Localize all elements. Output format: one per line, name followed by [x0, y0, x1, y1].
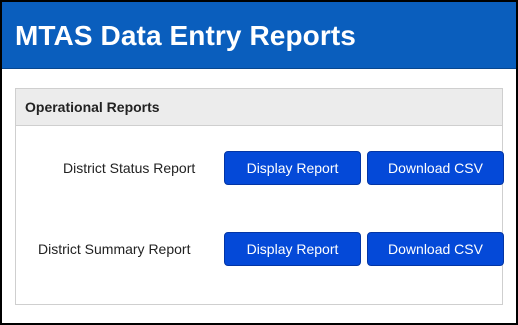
page-header: MTAS Data Entry Reports: [2, 2, 516, 69]
district-status-report-label: District Status Report: [63, 160, 196, 176]
panel-heading-title: Operational Reports: [25, 99, 160, 115]
district-status-display-report-button[interactable]: Display Report: [224, 151, 361, 185]
report-page: MTAS Data Entry Reports Operational Repo…: [0, 0, 518, 325]
district-summary-report-label: District Summary Report: [38, 241, 191, 257]
district-summary-download-csv-button[interactable]: Download CSV: [367, 232, 504, 266]
page-title: MTAS Data Entry Reports: [15, 20, 356, 51]
district-status-download-csv-button[interactable]: Download CSV: [367, 151, 504, 185]
operational-reports-panel: Operational Reports District Status Repo…: [15, 88, 504, 305]
panel-heading: Operational Reports: [16, 89, 502, 126]
district-summary-display-report-button[interactable]: Display Report: [224, 232, 361, 266]
